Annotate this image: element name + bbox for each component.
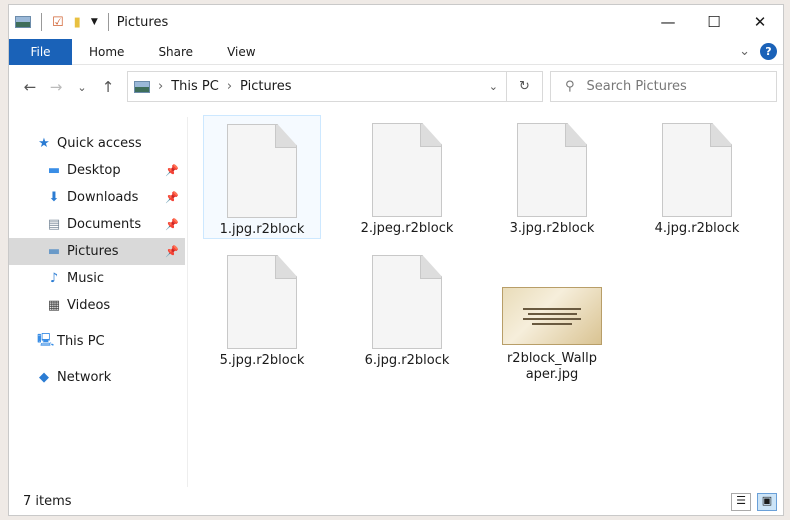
sidebar-item-label: Desktop [67,163,121,178]
file-icon [662,123,732,217]
search-placeholder: Search Pictures [586,79,687,94]
close-button[interactable]: ✕ [737,5,783,39]
tab-share[interactable]: Share [141,39,210,65]
pictures-icon [134,80,150,93]
file-icon [372,123,442,217]
download-icon: ⬇ [48,190,60,205]
file-icon [372,255,442,349]
image-thumbnail [502,287,602,345]
sidebar-item-label: Pictures [67,244,119,259]
customize-toolbar-icon[interactable]: ▼ [91,17,98,27]
sidebar-item-label: Music [67,271,104,286]
file-item[interactable]: 5.jpg.r2block [203,247,321,369]
file-name: 2.jpeg.r2block [360,221,454,236]
divider [41,13,42,31]
sidebar-item-downloads[interactable]: ⬇ Downloads 📌 [9,184,185,211]
sidebar-item-label: This PC [57,334,105,349]
tab-file[interactable]: File [9,38,72,65]
navigation-bar: ← → ⌄ ↑ › This PC › Pictures ⌄ ↻ ⚲ Searc… [9,69,783,105]
breadcrumb-pictures[interactable]: Pictures [240,79,291,94]
star-icon: ★ [38,136,50,151]
chevron-down-icon[interactable]: ⌄ [489,80,498,93]
ribbon-tabs: File Home Share View ⌄ ? [9,38,783,65]
file-item[interactable]: r2block_Wallpaper.jpg [493,247,611,383]
title-bar: ☑ ▮ ▼ Pictures — ☐ ✕ [9,5,783,39]
pane-divider[interactable] [187,117,188,487]
details-view-button[interactable]: ☰ [731,493,751,511]
sidebar-item-label: Documents [67,217,142,232]
sidebar-item-label: Downloads [67,190,139,205]
search-icon: ⚲ [565,79,575,94]
back-button[interactable]: ← [17,78,43,96]
breadcrumb-this-pc[interactable]: This PC [171,79,219,94]
pictures-icon: ▬ [47,244,61,259]
file-name: r2block_Wallpaper.jpg [506,351,598,382]
divider [107,13,109,31]
file-item[interactable]: 6.jpg.r2block [348,247,466,369]
network-icon: ◆ [39,370,49,385]
file-name: 1.jpg.r2block [219,222,305,237]
music-icon: ♪ [49,271,59,286]
sidebar-item-documents[interactable]: ▤ Documents 📌 [9,211,185,238]
sidebar-item-label: Network [57,370,112,385]
minimize-button[interactable]: — [645,5,691,39]
large-icons-view-button[interactable]: ▣ [757,493,777,511]
sidebar-item-desktop[interactable]: ▬ Desktop 📌 [9,157,185,184]
computer-icon: 🖳 [37,332,55,348]
tab-view[interactable]: View [210,39,272,65]
file-icon [517,123,587,217]
sidebar-item-label: Quick access [57,136,142,151]
sidebar-item-this-pc[interactable]: 🖳 This PC [9,328,185,355]
item-count: 7 items [23,494,72,509]
file-item[interactable]: 1.jpg.r2block [203,115,321,239]
explorer-window: ☑ ▮ ▼ Pictures — ☐ ✕ File Home Share Vie… [8,4,784,516]
expand-ribbon-icon[interactable]: ⌄ [739,44,750,59]
address-bar[interactable]: › This PC › Pictures ⌄ [127,71,507,102]
pin-icon[interactable]: 📌 [165,218,179,231]
file-item[interactable]: 4.jpg.r2block [638,115,756,237]
sidebar-item-pictures[interactable]: ▬ Pictures 📌 [9,238,185,265]
search-input[interactable]: ⚲ Search Pictures [550,71,777,102]
view-switcher: ☰ ▣ [731,493,777,511]
file-name: 6.jpg.r2block [364,353,450,368]
recent-locations-button[interactable]: ⌄ [69,81,95,94]
file-icon [227,255,297,349]
forward-button[interactable]: → [43,78,69,96]
videos-icon: ▦ [47,298,61,313]
sidebar-item-quick-access[interactable]: ★ Quick access [9,130,185,157]
chevron-right-icon: › [158,79,164,94]
file-name: 3.jpg.r2block [509,221,595,236]
help-icon[interactable]: ? [760,43,777,60]
refresh-button[interactable]: ↻ [507,71,543,102]
file-name: 4.jpg.r2block [654,221,740,236]
tab-home[interactable]: Home [72,39,141,65]
pictures-icon [15,16,31,28]
window-title: Pictures [116,14,169,30]
maximize-button[interactable]: ☐ [691,5,737,39]
file-name: 5.jpg.r2block [219,353,305,368]
pin-icon[interactable]: 📌 [165,191,179,204]
properties-icon[interactable]: ☑ [52,15,64,30]
pin-icon[interactable]: 📌 [165,164,179,177]
documents-icon: ▤ [47,217,61,232]
chevron-right-icon: › [226,79,233,94]
file-icon [227,124,297,218]
desktop-icon: ▬ [47,163,61,178]
pin-icon[interactable]: 📌 [165,245,179,258]
file-item[interactable]: 3.jpg.r2block [493,115,611,237]
up-button[interactable]: ↑ [95,78,121,96]
sidebar-item-music[interactable]: ♪ Music [9,265,185,292]
sidebar-item-network[interactable]: ◆ Network [9,364,185,391]
sidebar-item-label: Videos [67,298,111,313]
file-item[interactable]: 2.jpeg.r2block [348,115,466,237]
sidebar-item-videos[interactable]: ▦ Videos [9,292,185,319]
new-folder-icon[interactable]: ▮ [74,15,81,30]
